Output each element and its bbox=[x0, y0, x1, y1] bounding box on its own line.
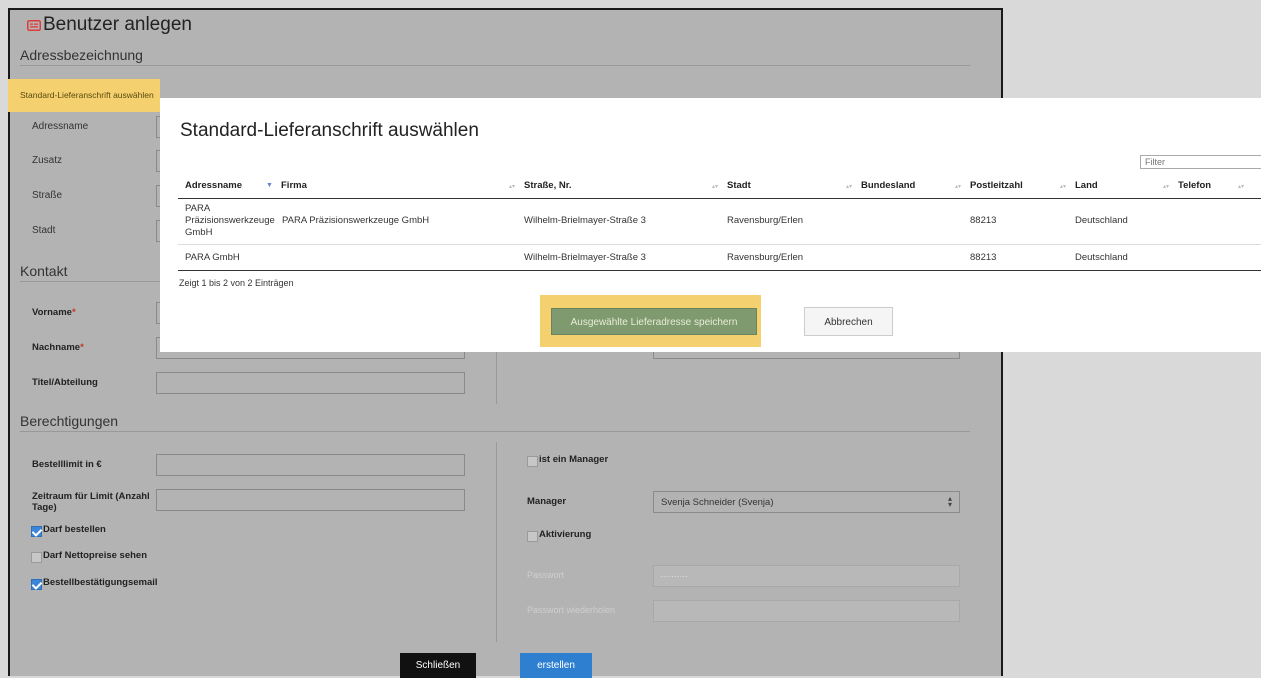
may-order-label: Darf bestellen bbox=[43, 524, 106, 535]
street-label: Straße bbox=[32, 190, 63, 201]
may-order-checkbox[interactable] bbox=[31, 526, 42, 537]
title-department-label: Titel/Abteilung bbox=[32, 377, 98, 388]
table-info: Zeigt 1 bis 2 von 2 Einträgen bbox=[179, 278, 294, 288]
dialog-header: Benutzer anlegen bbox=[27, 14, 192, 36]
filter-input[interactable] bbox=[1140, 155, 1261, 169]
sort-icon: ▴▾ bbox=[1238, 184, 1245, 190]
sort-desc-icon: ▼ bbox=[266, 182, 273, 189]
cell-address-name: PARA GmbH bbox=[185, 252, 240, 263]
first-name-label: Vorname* bbox=[32, 307, 76, 318]
select-default-delivery-button[interactable]: Standard-Lieferanschrift auswählen bbox=[20, 90, 154, 100]
order-confirmation-email-label: Bestellbestätigungsemail bbox=[43, 577, 158, 588]
column-header-country[interactable]: Land bbox=[1075, 180, 1098, 191]
id-card-icon bbox=[27, 19, 41, 31]
address-name-label: Adressname bbox=[32, 121, 89, 132]
limit-period-label: Zeitraum für Limit (Anzahl Tage) bbox=[32, 491, 150, 513]
cell-city: Ravensburg/Erlen bbox=[727, 215, 804, 226]
cell-city: Ravensburg/Erlen bbox=[727, 252, 804, 263]
password-label: Passwort bbox=[527, 570, 565, 580]
section-permissions-title: Berechtigungen bbox=[20, 413, 119, 429]
password-repeat-label: Passwort wiederholen bbox=[527, 605, 616, 615]
activation-label: Aktivierung bbox=[539, 529, 592, 540]
sort-icon: ▴▾ bbox=[509, 184, 516, 190]
cell-street: Wilhelm-Brielmayer-Straße 3 bbox=[524, 215, 646, 226]
sort-icon: ▴▾ bbox=[955, 184, 962, 190]
activation-checkbox[interactable] bbox=[527, 531, 538, 542]
save-delivery-address-button[interactable]: Ausgewählte Lieferadresse speichern bbox=[551, 308, 757, 335]
sort-icon: ▴▾ bbox=[846, 184, 853, 190]
cell-zip: 88213 bbox=[970, 215, 997, 226]
title-department-input[interactable] bbox=[156, 372, 465, 394]
cell-address-name: PARA Präzisionswerkzeuge GmbH bbox=[185, 203, 275, 238]
create-button[interactable]: erstellen bbox=[520, 653, 592, 678]
last-name-label: Nachname* bbox=[32, 342, 84, 353]
table-bottom-divider bbox=[178, 270, 1261, 271]
column-header-street[interactable]: Straße, Nr. bbox=[524, 180, 572, 191]
close-button[interactable]: Schließen bbox=[400, 653, 476, 678]
section-address-title: Adressbezeichnung bbox=[20, 47, 143, 63]
cell-company: PARA Präzisionswerkzeuge GmbH bbox=[282, 215, 430, 226]
select-delivery-address-modal: Standard-Lieferanschrift auswählen Adres… bbox=[160, 98, 1261, 352]
is-manager-checkbox[interactable] bbox=[527, 456, 538, 467]
sort-icon: ▴▾ bbox=[1060, 184, 1067, 190]
column-header-state[interactable]: Bundesland bbox=[861, 180, 915, 191]
column-header-city[interactable]: Stadt bbox=[727, 180, 751, 191]
addition-label: Zusatz bbox=[32, 155, 63, 166]
cell-street: Wilhelm-Brielmayer-Straße 3 bbox=[524, 252, 646, 263]
cell-country: Deutschland bbox=[1075, 215, 1128, 226]
sort-icon: ▴▾ bbox=[712, 184, 719, 190]
cancel-button[interactable]: Abbrechen bbox=[804, 307, 893, 336]
password-input[interactable]: .......... bbox=[653, 565, 960, 587]
column-header-company[interactable]: Firma bbox=[281, 180, 307, 191]
see-net-prices-label: Darf Nettopreise sehen bbox=[43, 550, 148, 561]
cell-zip: 88213 bbox=[970, 252, 997, 263]
order-limit-label: Bestelllimit in € bbox=[32, 459, 102, 470]
order-confirmation-email-checkbox[interactable] bbox=[31, 579, 42, 590]
section-divider bbox=[20, 431, 970, 432]
column-divider bbox=[496, 350, 497, 404]
table-row[interactable]: PARA GmbH Wilhelm-Brielmayer-Straße 3 Ra… bbox=[178, 245, 1261, 270]
dialog-title: Benutzer anlegen bbox=[43, 14, 192, 35]
modal-title: Standard-Lieferanschrift auswählen bbox=[180, 120, 479, 141]
manager-select-value: Svenja Schneider (Svenja) bbox=[661, 497, 774, 508]
order-limit-input[interactable] bbox=[156, 454, 465, 476]
is-manager-label: ist ein Manager bbox=[539, 454, 609, 465]
column-header-zip[interactable]: Postleitzahl bbox=[970, 180, 1023, 191]
section-divider bbox=[20, 65, 970, 66]
section-contact-title: Kontakt bbox=[20, 263, 68, 279]
city-label: Stadt bbox=[32, 225, 56, 236]
limit-period-input[interactable] bbox=[156, 489, 465, 511]
manager-select[interactable]: Svenja Schneider (Svenja) ▴ ▾ bbox=[653, 491, 960, 513]
column-header-phone[interactable]: Telefon bbox=[1178, 180, 1211, 191]
password-repeat-input[interactable] bbox=[653, 600, 960, 622]
select-arrows-icon: ▴ ▾ bbox=[947, 494, 952, 509]
manager-label: Manager bbox=[527, 496, 567, 507]
section-divider bbox=[20, 281, 162, 282]
column-header-address-name[interactable]: Adressname bbox=[185, 180, 242, 191]
column-divider bbox=[496, 442, 497, 642]
table-row[interactable]: PARA Präzisionswerkzeuge GmbH PARA Präzisi… bbox=[178, 199, 1261, 244]
sort-icon: ▴▾ bbox=[1163, 184, 1170, 190]
cell-country: Deutschland bbox=[1075, 252, 1128, 263]
see-net-prices-checkbox[interactable] bbox=[31, 552, 42, 563]
password-value: .......... bbox=[660, 569, 688, 580]
